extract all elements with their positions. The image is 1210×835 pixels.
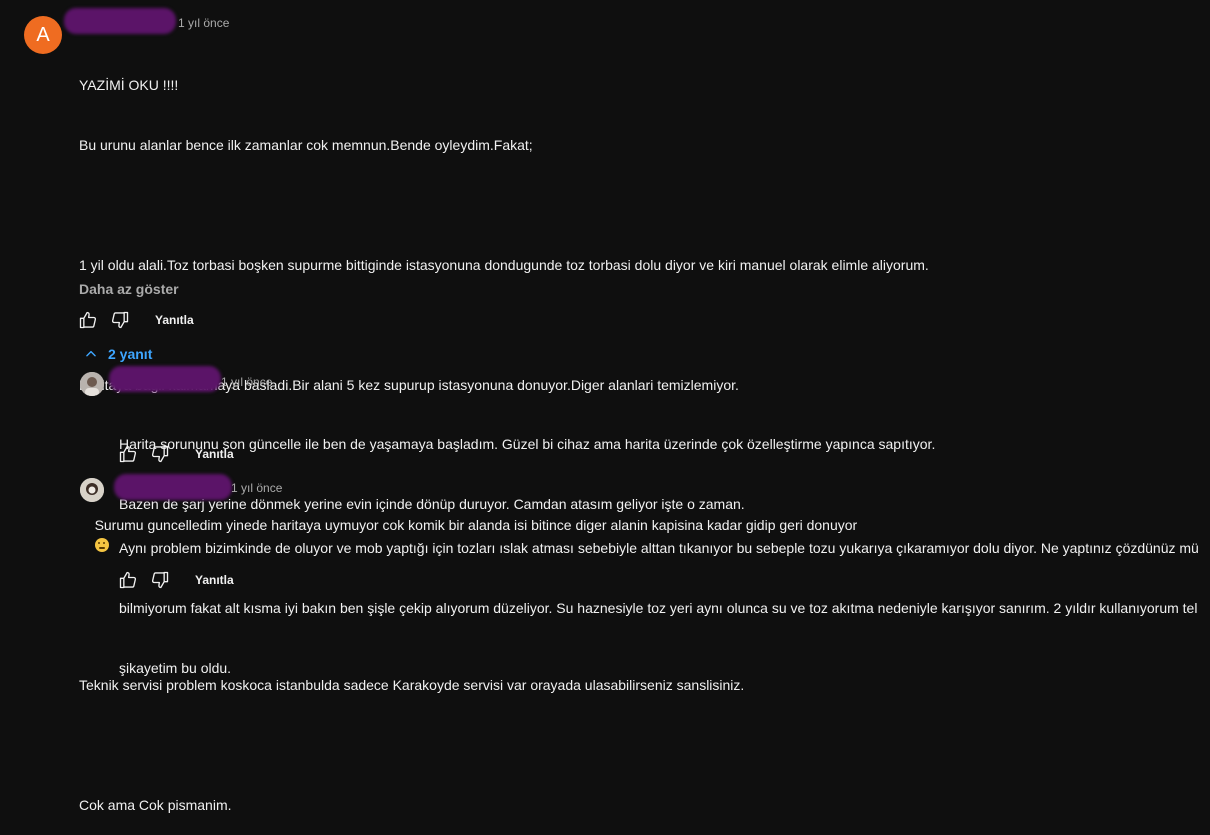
show-less-button[interactable]: Daha az göster: [79, 281, 179, 297]
dislike-button[interactable]: [148, 442, 172, 466]
like-button[interactable]: [76, 308, 100, 332]
comment-timestamp[interactable]: 1 yıl önce: [178, 16, 229, 30]
redacted-author-name: [64, 8, 176, 34]
replies-count-label: 2 yanıt: [108, 346, 153, 362]
avatar-letter: A: [36, 23, 50, 46]
reply-timestamp[interactable]: 1 yıl önce: [231, 481, 282, 495]
thinking-face-emoji: [94, 538, 109, 552]
reply-author-avatar[interactable]: [80, 478, 104, 502]
reply-button[interactable]: Yanıtla: [195, 447, 234, 461]
like-button[interactable]: [116, 568, 140, 592]
reply-button[interactable]: Yanıtla: [195, 573, 234, 587]
like-button[interactable]: [116, 442, 140, 466]
comment-line: [79, 195, 1179, 215]
comment-line: Cok ama Cok pismanim.: [79, 797, 232, 813]
redacted-author-name: [109, 366, 221, 392]
author-avatar[interactable]: A: [24, 16, 62, 54]
avatar-image: [80, 372, 104, 396]
replies-toggle-button[interactable]: 2 yanıt: [84, 346, 152, 362]
reply-line: bilmiyorum fakat alt kısma iyi bakın ben…: [119, 600, 1198, 616]
reply-timestamp[interactable]: 1 yıl önce: [221, 375, 272, 389]
reply-line: şikayetim bu oldu.: [119, 660, 232, 676]
comment-line: YAZİMİ OKU !!!!: [79, 77, 179, 93]
reply-button[interactable]: Yanıtla: [155, 313, 194, 327]
reply-author-avatar[interactable]: [80, 372, 104, 396]
dislike-button[interactable]: [148, 568, 172, 592]
chevron-up-icon: [86, 350, 96, 357]
comment-line: [79, 735, 1179, 755]
thumbs-down-icon: [111, 311, 129, 329]
dislike-button[interactable]: [108, 308, 132, 332]
thumbs-down-icon: [151, 571, 169, 589]
avatar-image: [80, 478, 104, 502]
thumbs-up-icon: [119, 571, 137, 589]
comment-line: 1 yil oldu alali.Toz torbasi boşken supu…: [79, 257, 929, 273]
thumbs-down-icon: [151, 445, 169, 463]
thumbs-up-icon: [119, 445, 137, 463]
thumbs-up-icon: [79, 311, 97, 329]
reply-body: Aynı problem bizimkinde de oluyor ve mob…: [119, 498, 1210, 698]
comment-line: [79, 315, 1179, 335]
redacted-author-name: [114, 474, 232, 500]
reply-line: Harita sorununu son güncelle ile ben de …: [119, 436, 936, 452]
reply-line: Aynı problem bizimkinde de oluyor ve mob…: [119, 540, 1199, 556]
comment-line: Bu urunu alanlar bence ilk zamanlar cok …: [79, 137, 533, 153]
